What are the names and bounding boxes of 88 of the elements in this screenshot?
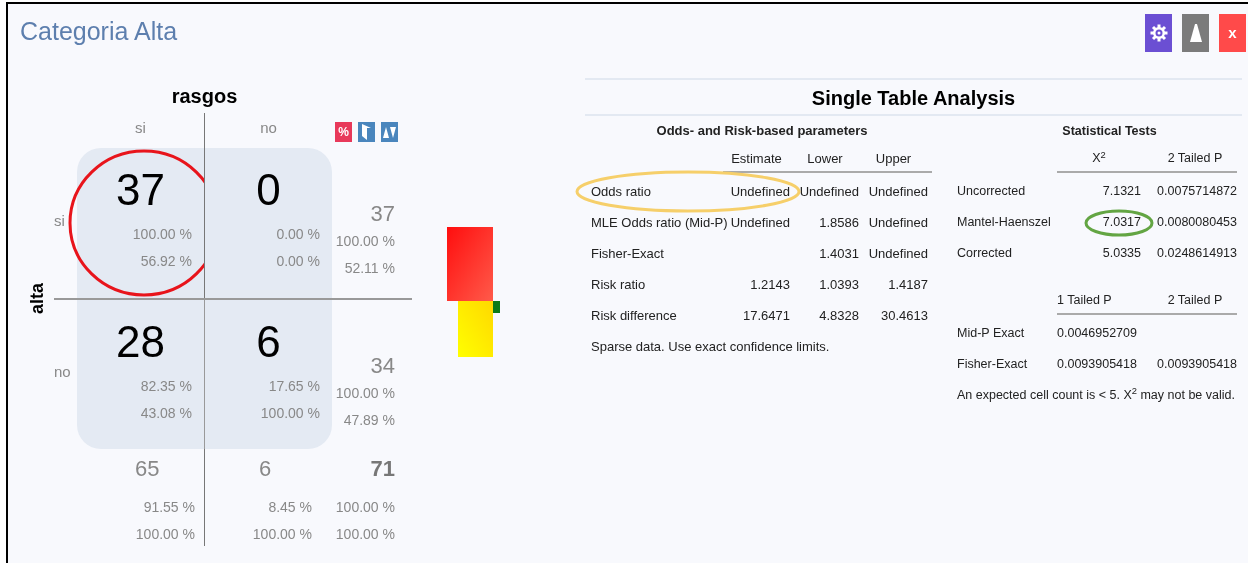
sort-arrows-icon xyxy=(383,126,396,138)
row-percent: 8.45 % xyxy=(268,498,312,517)
row-total: 37 xyxy=(370,200,395,228)
column-percent: 100.00 % xyxy=(335,525,395,544)
row-label: Odds ratio xyxy=(591,182,652,201)
column-header: 2 Tailed P xyxy=(1166,292,1224,310)
note-text: Sparse data. Use exact confidence limits. xyxy=(591,338,831,356)
row-percent: 82.35 % xyxy=(140,377,193,396)
row-percent: 100.00 % xyxy=(335,384,395,403)
column-percent: 52.11 % xyxy=(344,259,395,278)
column-percent: 0.00 % xyxy=(276,252,321,271)
row-label: Risk ratio xyxy=(591,275,647,294)
cell-count: 37 xyxy=(116,165,165,215)
column-total: 6 xyxy=(259,455,272,483)
window-title: Categoria Alta xyxy=(20,16,178,47)
value-cell: 1.8586 xyxy=(819,214,859,230)
gear-icon xyxy=(1149,24,1168,42)
value-cell: 5.0335 xyxy=(1102,246,1141,261)
row-percent: 91.55 % xyxy=(143,498,195,517)
value-cell: 1.4187 xyxy=(888,276,928,292)
row-label: Risk difference xyxy=(591,306,678,325)
row-total: 34 xyxy=(370,352,395,380)
value-cell: Undefined xyxy=(868,183,928,199)
row-percent: 17.65 % xyxy=(268,377,321,396)
column-header: 2 Tailed P xyxy=(1166,150,1224,168)
column-percent: 56.92 % xyxy=(140,252,193,271)
column-label: si xyxy=(135,118,146,138)
column-total: 65 xyxy=(135,455,160,483)
value-cell: 1.0393 xyxy=(819,276,859,292)
row-label: Uncorrected xyxy=(957,183,1027,201)
row-label: si xyxy=(54,210,65,231)
value-cell: Undefined xyxy=(730,183,790,199)
row-label: no xyxy=(54,362,71,383)
percent-button[interactable]: % xyxy=(335,122,352,142)
value-cell: 0.0093905418 xyxy=(1157,357,1237,372)
column-header: Upper xyxy=(874,149,913,168)
value-cell: 7.1321 xyxy=(1102,184,1141,199)
row-percent: 100.00 % xyxy=(132,225,193,244)
close-button[interactable]: x xyxy=(1219,14,1246,52)
value-cell: Undefined xyxy=(868,214,928,230)
row-percent: 100.00 % xyxy=(335,498,395,517)
value-cell: 0.0075714872 xyxy=(1157,184,1237,199)
value-cell: 1.2143 xyxy=(750,276,790,292)
row-variable-label: alta xyxy=(26,283,49,314)
value-cell: 0.0248614913 xyxy=(1157,246,1237,261)
row-percent: 0.00 % xyxy=(276,225,321,244)
row-percent: 100.00 % xyxy=(335,232,395,251)
row-label: Fisher-Exact xyxy=(957,356,1029,374)
value-cell: 0.0046952709 xyxy=(1057,326,1137,341)
triangle-icon xyxy=(1189,24,1202,42)
settings-button[interactable] xyxy=(1145,14,1172,52)
column-percent: 100.00 % xyxy=(135,525,195,544)
column-percent: 100.00 % xyxy=(260,404,321,423)
value-cell: 7.0317 xyxy=(1102,215,1141,230)
sort-button[interactable] xyxy=(381,122,398,142)
value-cell: 4.8328 xyxy=(819,307,859,323)
section-title: Statistical Tests xyxy=(1061,123,1158,140)
value-cell: 1.4031 xyxy=(819,245,859,261)
column-percent: 43.08 % xyxy=(140,404,193,423)
analysis-title: Single Table Analysis xyxy=(585,80,1242,116)
column-label: no xyxy=(260,118,277,138)
value-cell: 30.4613 xyxy=(881,307,928,323)
value-cell: 0.0093905418 xyxy=(1057,357,1137,372)
cell-count: 28 xyxy=(116,317,165,367)
value-cell: 17.6471 xyxy=(743,307,790,323)
value-cell: Undefined xyxy=(868,245,928,261)
cell-count: 0 xyxy=(256,165,281,215)
column-header: Estimate xyxy=(730,149,783,168)
row-label: Mid-P Exact xyxy=(957,325,1026,343)
column-percent: 100.00 % xyxy=(252,525,312,544)
column-percent: 47.89 % xyxy=(343,411,395,430)
value-cell: Undefined xyxy=(730,214,790,230)
note-text: An expected cell count is < 5. X$^{2}$ may not be valid. xyxy=(957,385,1236,404)
swap-button[interactable] xyxy=(358,122,375,142)
swap-icon xyxy=(362,124,371,140)
cell-count: 6 xyxy=(256,317,281,367)
value-cell: Undefined xyxy=(799,183,859,199)
row-label: Corrected xyxy=(957,245,1013,263)
column-variable-label: rasgos xyxy=(171,84,238,109)
collapse-button[interactable] xyxy=(1182,14,1209,52)
column-header: Lower xyxy=(806,149,844,168)
row-label: Mantel-Haenszel xyxy=(957,214,1052,232)
section-title: Odds- and Risk-based parameters xyxy=(655,122,869,140)
row-label: Fisher-Exact xyxy=(591,244,665,263)
column-header: X$^{2}$ xyxy=(1091,149,1107,168)
grand-total: 71 xyxy=(370,455,395,483)
value-cell: 0.0080080453 xyxy=(1157,215,1237,230)
column-header: 1 Tailed P xyxy=(1057,292,1113,310)
